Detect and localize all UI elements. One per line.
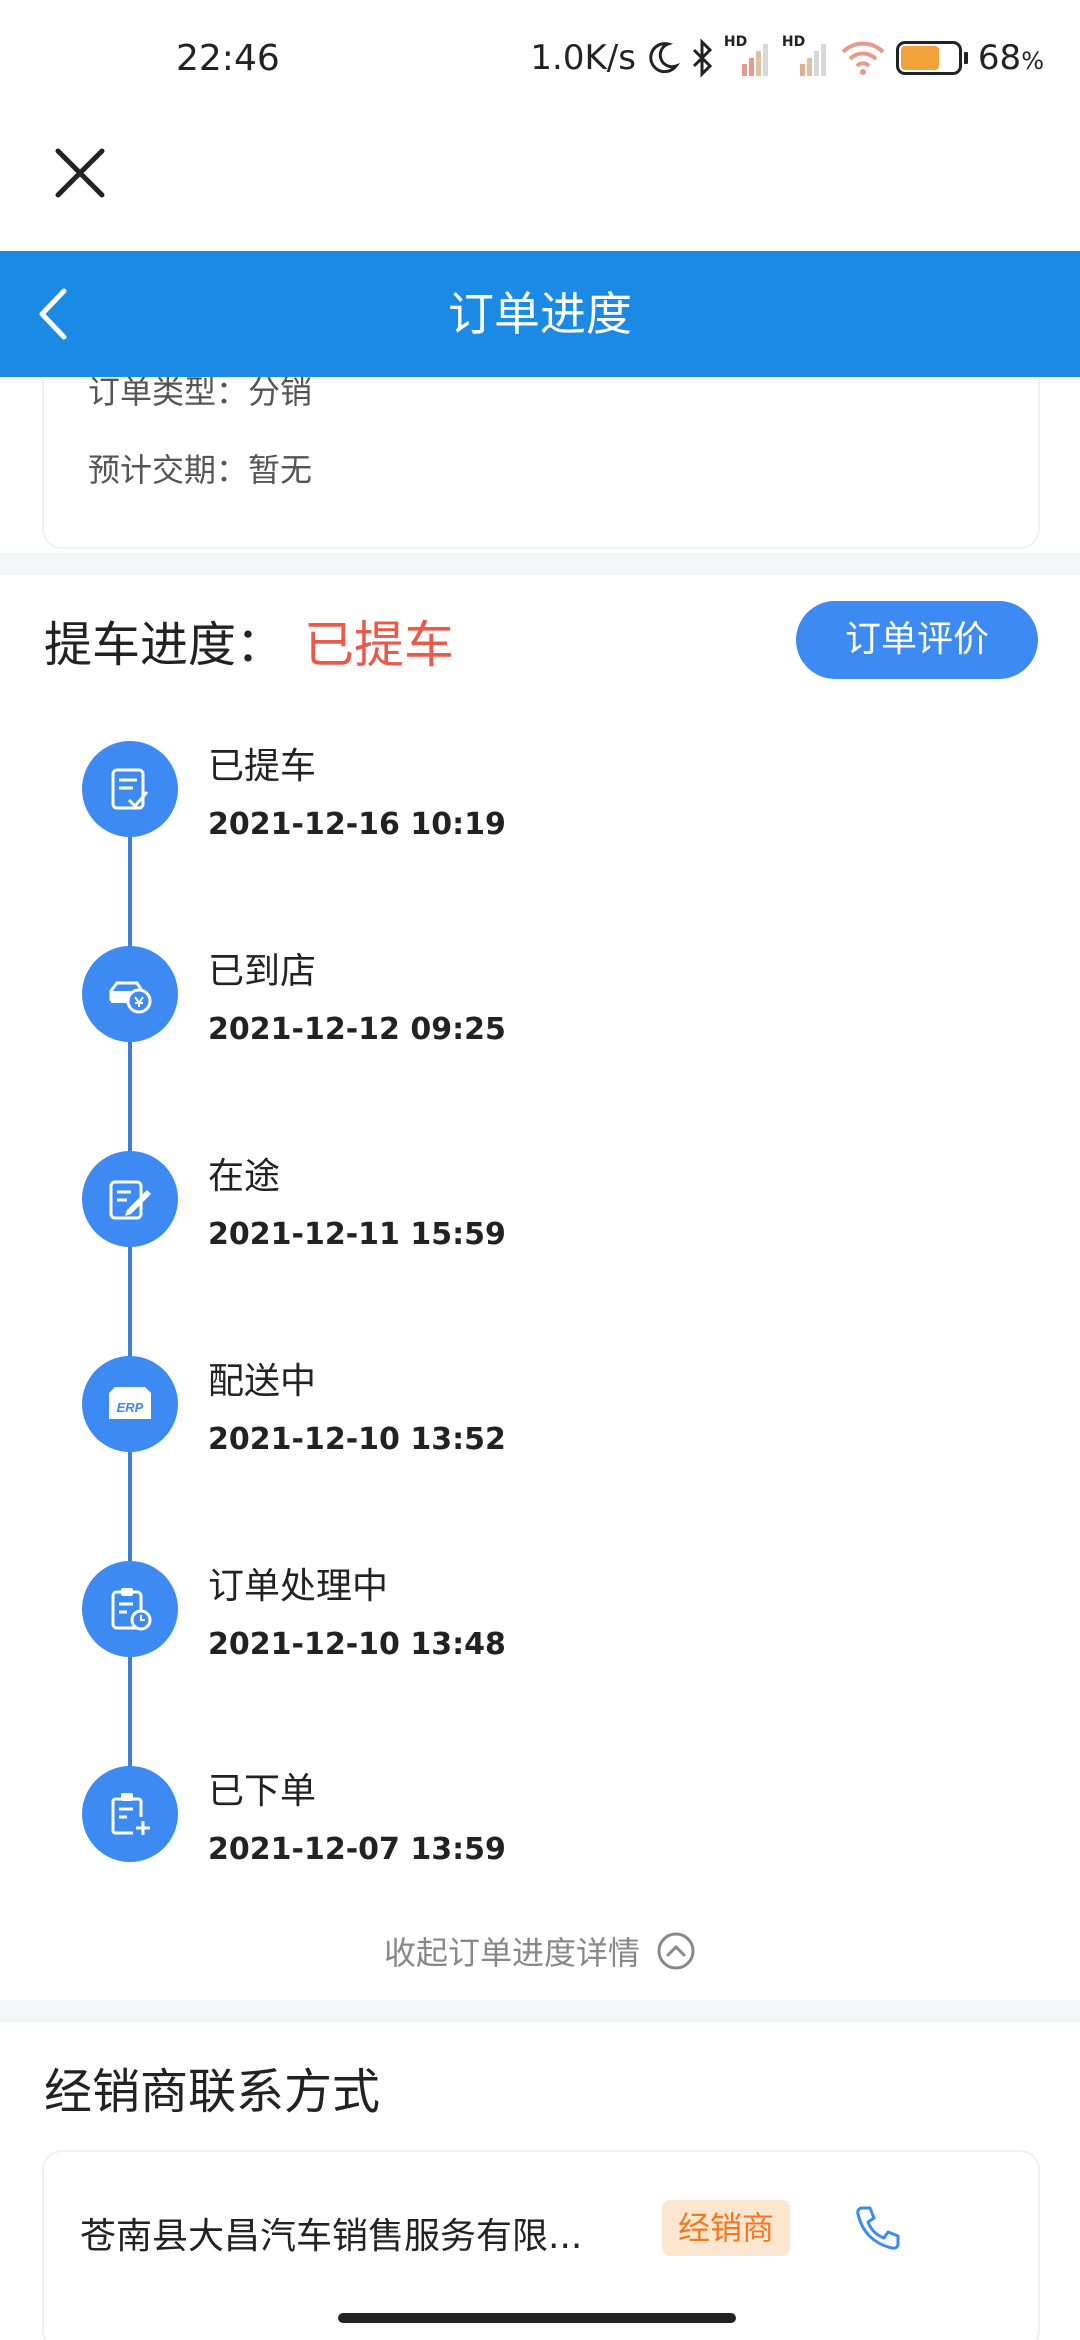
home-indicator[interactable]	[338, 2313, 736, 2323]
bluetooth-icon	[692, 38, 713, 78]
checklist-icon	[82, 741, 178, 837]
dealer-section: 经销商联系方式 苍南县大昌汽车销售服务有限... 经销商	[0, 2022, 1080, 2340]
step-title: 已到店	[208, 951, 317, 992]
progress-section: 提车进度： 已提车 订单评价 已提车 2021-12-16 10:19 已到店 …	[0, 575, 1080, 2000]
progress-status: 已提车	[304, 616, 454, 674]
battery-icon	[895, 41, 968, 75]
delivery-date: 预计交期：暂无	[88, 451, 313, 489]
dealer-card: 苍南县大昌汽车销售服务有限... 经销商	[42, 2150, 1040, 2340]
order-info-area: 订单类型：分销 预计交期：暂无	[0, 377, 1080, 553]
page-header: 订单进度	[0, 251, 1080, 377]
step-title: 已提车	[208, 746, 317, 787]
edit-document-icon	[82, 1151, 178, 1247]
wifi-icon	[841, 41, 885, 75]
progress-label: 提车进度：	[44, 617, 285, 673]
signal-icon: HD	[724, 34, 772, 78]
dealer-name: 苍南县大昌汽车销售服务有限...	[80, 2216, 583, 2257]
step-time: 2021-12-11 15:59	[208, 1217, 506, 1252]
svg-text:ERP: ERP	[117, 1400, 144, 1415]
erp-box-icon: ERP	[82, 1356, 178, 1452]
status-time: 22:46	[176, 38, 280, 79]
order-review-button[interactable]: 订单评价	[796, 601, 1038, 679]
battery-percent: 68%	[977, 38, 1044, 78]
collapse-label: 收起订单进度详情	[383, 1934, 640, 1972]
order-type: 订单类型：分销	[88, 377, 313, 411]
dealer-badge: 经销商	[662, 2200, 790, 2256]
step-time: 2021-12-10 13:52	[208, 1422, 506, 1457]
moon-icon	[649, 42, 680, 74]
clipboard-add-icon	[82, 1766, 178, 1862]
car-receive-icon	[82, 946, 178, 1042]
step-time: 2021-12-07 13:59	[208, 1832, 506, 1867]
signal-icon: HD	[782, 34, 830, 78]
dealer-section-title: 经销商联系方式	[44, 2064, 381, 2120]
clipboard-clock-icon	[82, 1561, 178, 1657]
page-title: 订单进度	[448, 287, 632, 341]
section-divider	[0, 2000, 1080, 2022]
step-title: 在途	[208, 1156, 281, 1197]
collapse-progress-button[interactable]: 收起订单进度详情	[0, 1921, 1080, 1981]
step-title: 已下单	[208, 1771, 317, 1812]
step-time: 2021-12-12 09:25	[208, 1012, 506, 1047]
close-row	[0, 125, 1080, 251]
chevron-up-circle-icon	[657, 1932, 695, 1970]
close-icon[interactable]	[52, 145, 108, 201]
step-title: 订单处理中	[208, 1566, 389, 1607]
step-time: 2021-12-16 10:19	[208, 807, 506, 842]
step-title: 配送中	[208, 1361, 317, 1402]
status-icons: 1.0K/s HD HD 68%	[530, 34, 1044, 78]
status-bar: 22:46 1.0K/s HD HD 68%	[0, 0, 1080, 125]
section-divider	[0, 553, 1080, 575]
net-speed: 1.0K/s	[530, 38, 636, 78]
step-time: 2021-12-10 13:48	[208, 1627, 506, 1662]
phone-icon[interactable]	[852, 2202, 904, 2254]
